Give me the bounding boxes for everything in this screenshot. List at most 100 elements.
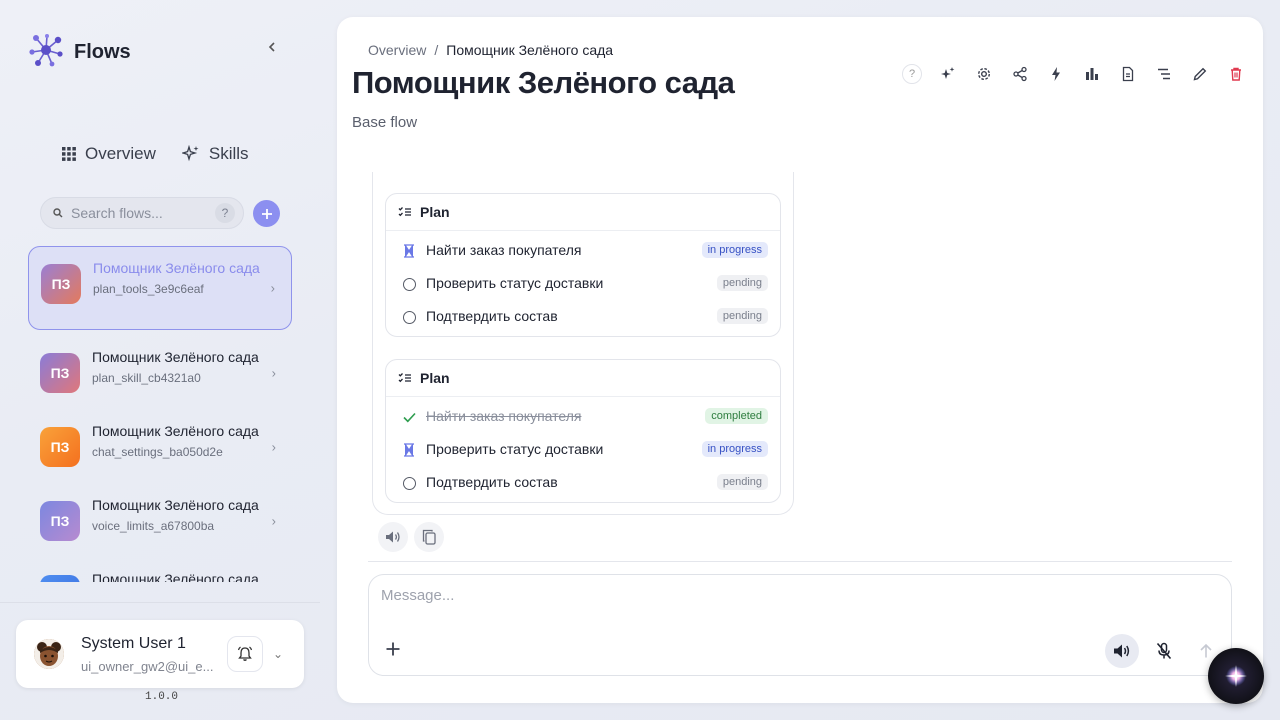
sparkle-icon — [181, 145, 199, 162]
empty-circle-icon — [402, 310, 416, 324]
plan-step-label: Проверить статус доставки — [426, 274, 604, 291]
assistant-message: Plan Найти заказ покупателя in progress … — [372, 172, 794, 515]
nav-overview-label: Overview — [85, 144, 156, 163]
speaker-icon — [386, 531, 400, 543]
brand[interactable]: Flows — [28, 32, 131, 73]
status-badge: pending — [716, 274, 768, 291]
notifications-button[interactable] — [227, 636, 263, 672]
nav-skills-label: Skills — [208, 144, 249, 163]
flow-item[interactable]: ПЗ Помощник Зелёного сада plan_tools_3e9… — [28, 246, 292, 330]
voice-output-button[interactable] — [1105, 634, 1139, 668]
plan-step: Проверить статус доставки pending — [386, 266, 780, 299]
status-badge: in progress — [701, 440, 768, 457]
outline-button[interactable] — [1154, 64, 1174, 84]
sparkle-icon — [941, 67, 955, 79]
flow-title: Помощник Зелёного сада — [92, 349, 259, 365]
microphone-off-button[interactable] — [1147, 634, 1181, 668]
triggers-button[interactable] — [1046, 64, 1066, 84]
flow-title: Помощник Зелёного сада — [92, 423, 259, 439]
empty-circle-icon — [402, 277, 416, 291]
read-aloud-button[interactable] — [378, 522, 408, 552]
pencil-icon — [1193, 67, 1207, 81]
status-badge: in progress — [701, 241, 768, 258]
flow-avatar: ПЗ — [40, 353, 80, 393]
collapse-sidebar-button[interactable] — [266, 40, 282, 60]
flow-title: Помощник Зелёного сада — [93, 260, 260, 276]
ai-assist-button[interactable] — [938, 64, 958, 84]
sidebar-divider — [0, 602, 320, 603]
chevron-right-icon: › — [271, 365, 276, 381]
message-input[interactable] — [381, 587, 1201, 617]
search-box[interactable]: ? — [40, 197, 244, 229]
composer-divider — [368, 561, 1232, 562]
breadcrumb: Overview / Помощник Зелёного сада — [368, 42, 613, 58]
edit-button[interactable] — [1190, 64, 1210, 84]
flow-id: voice_limits_a67800ba — [92, 519, 215, 533]
search-icon — [53, 208, 63, 218]
chevron-down-icon[interactable]: ⌄ — [273, 647, 283, 661]
help-button[interactable]: ? — [902, 64, 922, 84]
chevron-left-icon — [268, 42, 275, 52]
plus-icon — [261, 208, 272, 219]
plan-step: Подтвердить состав pending — [386, 465, 780, 498]
flow-item[interactable]: Помощник Зелёного сада — [28, 558, 292, 582]
search-input[interactable] — [71, 205, 215, 221]
settings-button[interactable] — [974, 64, 994, 84]
plan-step-label: Найти заказ покупателя — [426, 407, 582, 424]
attach-button[interactable] — [383, 639, 403, 659]
hourglass-icon — [402, 443, 416, 457]
arrow-up-icon — [1200, 643, 1212, 658]
flow-item[interactable]: ПЗ Помощник Зелёного сада chat_settings_… — [28, 410, 292, 484]
plan-title: Plan — [420, 204, 450, 220]
status-badge: pending — [716, 473, 768, 490]
flow-item[interactable]: ПЗ Помощник Зелёного сада voice_limits_a… — [28, 484, 292, 558]
chevron-right-icon: › — [271, 439, 276, 455]
breadcrumb-current: Помощник Зелёного сада — [446, 42, 614, 58]
plan-step: Подтвердить состав pending — [386, 299, 780, 332]
trash-icon — [1231, 67, 1241, 81]
breadcrumb-separator: / — [434, 42, 439, 58]
chevron-right-icon: › — [271, 513, 276, 529]
list-indent-icon — [1158, 68, 1170, 80]
page-subtitle: Base flow — [352, 114, 418, 131]
plus-icon — [386, 642, 400, 656]
user-card[interactable]: System User 1 ui_owner_gw2@ui_e... ⌄ — [16, 620, 304, 688]
flow-item[interactable]: ПЗ Помощник Зелёного сада plan_skill_cb4… — [28, 336, 292, 410]
bar-chart-icon — [1086, 68, 1098, 80]
nav-overview[interactable]: Overview — [62, 144, 156, 164]
search-help-icon[interactable]: ? — [215, 203, 235, 223]
plan-step: Найти заказ покупателя completed — [386, 399, 780, 432]
copy-button[interactable] — [414, 522, 444, 552]
message-composer — [368, 574, 1232, 676]
flow-avatar: ПЗ — [41, 264, 81, 304]
add-flow-button[interactable] — [253, 200, 280, 227]
sparkle-orb-icon — [1225, 665, 1247, 687]
status-badge: pending — [716, 307, 768, 324]
delete-button[interactable] — [1226, 64, 1246, 84]
documents-button[interactable] — [1118, 64, 1138, 84]
checklist-icon — [398, 373, 411, 383]
empty-circle-icon — [402, 476, 416, 490]
avatar-face-icon — [34, 639, 64, 669]
share-button[interactable] — [1010, 64, 1030, 84]
app-version: 1.0.0 — [145, 691, 179, 703]
flow-id: plan_skill_cb4321a0 — [92, 371, 201, 385]
sidebar-nav: Overview Skills — [62, 144, 249, 164]
flows-logo-icon — [28, 32, 64, 73]
assistant-fab-button[interactable] — [1208, 648, 1264, 704]
message-actions — [378, 522, 444, 552]
microphone-off-icon — [1156, 642, 1172, 660]
plan-card: Plan Найти заказ покупателя in progress … — [385, 193, 781, 337]
gear-icon — [977, 67, 991, 81]
plan-step-label: Проверить статус доставки — [426, 440, 604, 457]
nav-skills[interactable]: Skills — [181, 144, 249, 164]
document-icon — [1122, 66, 1134, 82]
analytics-button[interactable] — [1082, 64, 1102, 84]
plan-step-label: Подтвердить состав — [426, 473, 558, 490]
breadcrumb-overview-link[interactable]: Overview — [368, 42, 426, 58]
sidebar: Flows Overview Skills ? ПЗ — [0, 0, 320, 720]
chevron-right-icon: › — [270, 280, 275, 296]
lightning-icon — [1052, 67, 1060, 81]
flow-avatar: ПЗ — [40, 501, 80, 541]
flow-title: Помощник Зелёного сада — [92, 497, 259, 513]
